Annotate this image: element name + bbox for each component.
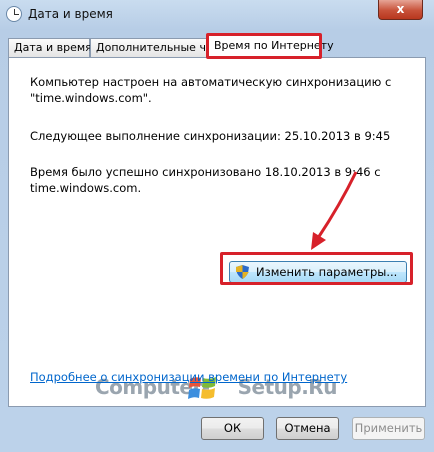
- sync-status-text: Компьютер настроен на автоматическую син…: [30, 75, 392, 105]
- close-button[interactable]: x: [378, 0, 423, 20]
- button-highlight-frame: [220, 252, 413, 285]
- tab-highlight-frame: [206, 33, 322, 59]
- last-sync-text: Время было успешно синхронизовано 18.10.…: [30, 165, 381, 195]
- tab-panel: Компьютер настроен на автоматическую син…: [8, 57, 426, 407]
- next-sync-text: Следующее выполнение синхронизации: 25.1…: [30, 129, 391, 143]
- apply-button[interactable]: Применить: [352, 417, 425, 440]
- ok-button[interactable]: ОК: [201, 417, 264, 440]
- tab-additional-clocks[interactable]: Дополнительные часы: [90, 38, 227, 57]
- title-bar[interactable]: Дата и время x: [0, 0, 434, 30]
- clock-icon: [6, 6, 22, 22]
- tab-date-time[interactable]: Дата и время: [8, 38, 92, 57]
- cancel-button[interactable]: Отмена: [276, 417, 339, 440]
- dialog-window: Дата и время x Дата и время Дополнительн…: [0, 0, 434, 452]
- help-link[interactable]: Подробнее о синхронизации времени по Инт…: [30, 370, 347, 384]
- window-title: Дата и время: [28, 7, 113, 21]
